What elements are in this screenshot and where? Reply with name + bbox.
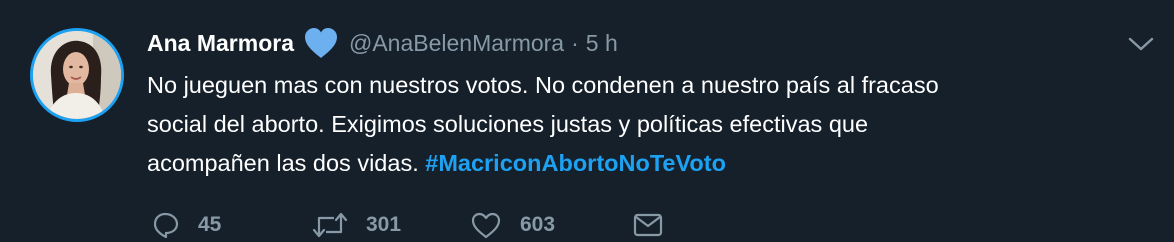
reply-icon <box>152 211 180 239</box>
tweet-text-fragment: acompañen las dos vidas. <box>147 150 419 176</box>
retweet-count: 301 <box>366 213 402 236</box>
direct-message-button[interactable] <box>633 208 663 242</box>
tweet-header: Ana Marmora @AnaBelenMarmora · 5 h <box>147 27 618 59</box>
heart-icon <box>303 27 339 59</box>
envelope-icon <box>633 212 663 238</box>
heart-outline-icon <box>470 211 502 239</box>
chevron-down-icon[interactable] <box>1126 33 1156 55</box>
author-name[interactable]: Ana Marmora <box>147 30 294 57</box>
like-button[interactable]: 603 <box>470 208 555 242</box>
retweet-button[interactable]: 301 <box>312 208 401 242</box>
avatar-image <box>33 31 121 119</box>
tweet-text: No jueguen mas con nuestros votos. No co… <box>147 66 1147 183</box>
tweet-text-line: social del aborto. Exigimos soluciones j… <box>147 111 869 137</box>
hashtag-link[interactable]: #MacriconAbortoNoTeVoto <box>425 150 726 176</box>
like-count: 603 <box>520 213 556 236</box>
tweet-timestamp[interactable]: 5 h <box>586 30 618 57</box>
separator-dot: · <box>571 29 579 56</box>
tweet-text-line: No jueguen mas con nuestros votos. No co… <box>147 72 939 98</box>
retweet-icon <box>312 211 348 239</box>
avatar[interactable] <box>30 28 124 122</box>
tweet-text-line: acompañen las dos vidas. #MacriconAborto… <box>147 144 1147 183</box>
reply-button[interactable]: 45 <box>152 208 221 242</box>
author-handle[interactable]: @AnaBelenMarmora <box>349 30 564 57</box>
tweet-card[interactable]: Ana Marmora @AnaBelenMarmora · 5 h No ju… <box>0 0 1174 242</box>
reply-count: 45 <box>198 213 222 236</box>
